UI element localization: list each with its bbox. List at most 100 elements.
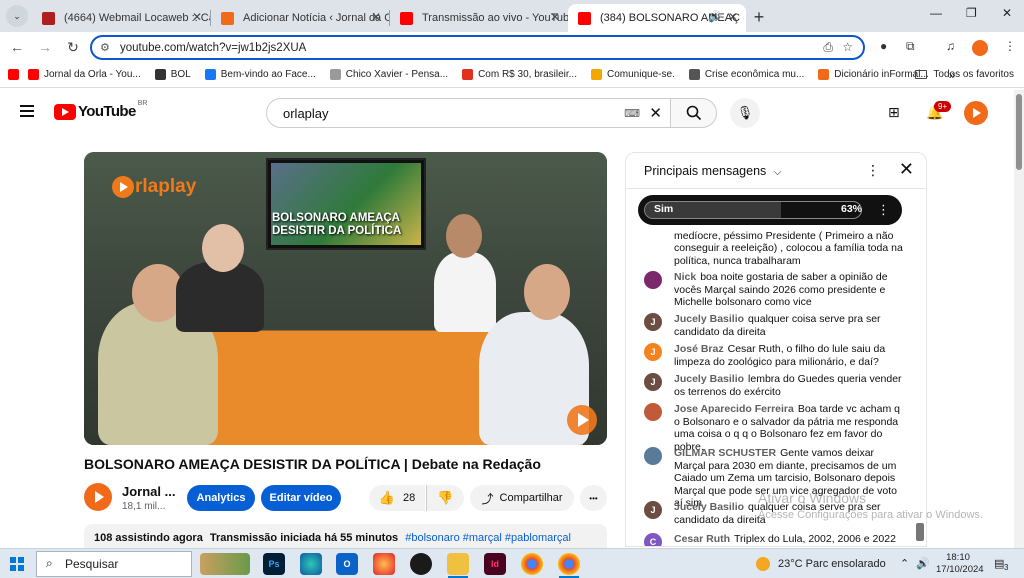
chat-author-name[interactable]: Jucely Basilio (674, 501, 744, 513)
clear-search-icon[interactable]: ✕ (649, 104, 662, 122)
chrome-profile-icon[interactable] (558, 553, 580, 575)
chat-author-avatar[interactable] (644, 271, 662, 289)
taskbar-search-input[interactable]: ⌕ Pesquisar (36, 551, 192, 577)
chat-author-name[interactable]: GILMAR SCHUSTER (674, 447, 776, 459)
channel-name[interactable]: Jornal ... (122, 484, 175, 499)
browser-tab[interactable]: Adicionar Notícia ‹ Jornal da Or ✕ (211, 4, 389, 32)
close-window-icon[interactable]: ✕ (1002, 6, 1012, 20)
restore-icon[interactable]: ❐ (966, 6, 977, 20)
windows-start-icon[interactable] (10, 557, 24, 571)
search-button[interactable] (671, 98, 717, 128)
channel-avatar[interactable] (84, 483, 112, 511)
browser-menu-icon[interactable]: ⋮ (1004, 39, 1016, 53)
youtube-logo[interactable]: YouTube BR (54, 100, 147, 120)
chat-scrollbar-thumb[interactable] (916, 523, 924, 541)
bookmark-item[interactable]: Crise econômica mu... (688, 69, 804, 80)
clock[interactable]: 18:10 17/10/2024 (936, 552, 984, 576)
create-video-icon[interactable]: ⊞ (888, 104, 900, 121)
dislike-button[interactable]: 👎 (426, 485, 464, 511)
chat-message[interactable]: Jose Aparecido Ferreira Boa tarde vc acha… (644, 403, 906, 453)
chat-author-name[interactable]: Jucely Basilio (674, 313, 744, 325)
browser-tab[interactable]: (384) BOLSONARO AMEAÇ 🔊 ✕ (568, 4, 746, 32)
bookmark-item[interactable]: Comunique-se. (591, 69, 675, 80)
chat-more-options-icon[interactable]: ⋮ (866, 162, 880, 179)
keyboard-icon[interactable]: ⌨ (624, 107, 640, 120)
edit-video-button[interactable]: Editar vídeo (261, 485, 341, 511)
outlook-icon[interactable]: O (336, 553, 358, 575)
hashtags[interactable]: #bolsonaro #marçal #pablomarçal (405, 532, 571, 544)
tab-close-icon[interactable]: ✕ (728, 10, 738, 24)
bookmark-star-icon[interactable]: ☆ (842, 40, 853, 54)
page-scrollbar-thumb[interactable] (1016, 94, 1022, 170)
chat-message[interactable]: J José Braz Cesar Ruth, o filho do lule sa… (644, 343, 906, 368)
share-button[interactable]: ⤴ Compartilhar (470, 485, 574, 511)
bookmark-youtube-icon[interactable] (8, 69, 24, 80)
volume-icon[interactable]: 🔊 (916, 557, 930, 570)
photoshop-icon[interactable]: Ps (263, 553, 285, 575)
chrome-icon[interactable] (521, 553, 543, 575)
weather-widget[interactable]: 23°C Parc ensolarado (756, 557, 886, 571)
chat-message[interactable]: C Cesar Ruth Triplex do Lula, 2002, 2006 e… (644, 533, 906, 546)
minimize-icon[interactable]: — (930, 6, 942, 20)
chat-author-avatar[interactable] (644, 403, 662, 421)
media-app-icon[interactable] (410, 553, 432, 575)
address-bar[interactable]: ⚙ youtube.com/watch?v=jw1b2js2XUA ⎙ ☆ (90, 35, 865, 60)
menu-hamburger-icon[interactable] (20, 105, 34, 117)
install-app-icon[interactable]: ⎙ (823, 40, 833, 55)
indesign-icon[interactable]: Id (484, 553, 506, 575)
like-button[interactable]: 👍 28 (369, 485, 425, 511)
tab-close-icon[interactable]: ✕ (192, 10, 202, 24)
video-player[interactable]: BOLSONARO AMEAÇA DESISTIR DA POLÍTICA rl… (84, 152, 607, 445)
chat-author-avatar[interactable]: J (644, 373, 662, 391)
bookmark-item[interactable]: Jornal da Orla - You... (28, 69, 141, 80)
bookmark-item[interactable]: Dicionário inFormal... (818, 69, 929, 80)
notification-center-icon[interactable]: ▤ (994, 557, 1004, 570)
tab-close-icon[interactable]: ✕ (550, 10, 560, 24)
chat-author-name[interactable]: Nick (674, 271, 696, 283)
poll-more-options-icon[interactable]: ⋮ (877, 202, 890, 218)
chat-author-avatar[interactable]: C (644, 533, 662, 546)
bookmark-item[interactable]: BOL (154, 69, 191, 80)
chat-author-avatar[interactable] (644, 447, 662, 465)
chat-author-name[interactable]: Jose Aparecido Ferreira (674, 403, 794, 415)
forward-icon[interactable]: → (34, 39, 56, 55)
browser-tab[interactable]: (4664) Webmail Locaweb :: Cai ✕ (32, 4, 210, 32)
profile-avatar-icon[interactable] (972, 40, 988, 56)
bookmark-item[interactable]: Bem-vindo ao Face... (204, 69, 316, 80)
voice-search-mic-icon[interactable]: 🎙 (730, 98, 760, 128)
tab-close-icon[interactable]: ✕ (371, 10, 381, 24)
chat-message[interactable]: J Jucely Basilio qualquer coisa serve pra … (644, 313, 906, 338)
search-input[interactable]: orlaplay ⌨ ✕ (266, 98, 671, 128)
reload-icon[interactable]: ↻ (62, 39, 84, 56)
poll-banner[interactable]: Sim 63% ⋮ (638, 195, 902, 225)
new-tab-button[interactable]: + (746, 4, 772, 30)
chat-mode-dropdown[interactable]: Principais mensagens ⌵ (644, 164, 781, 178)
all-favorites-folder[interactable]: Todos os favoritos (915, 69, 1014, 80)
chat-author-name[interactable]: Cesar Ruth (674, 533, 730, 545)
chat-author-name[interactable]: Jucely Basilio (674, 373, 744, 385)
chat-author-avatar[interactable]: J (644, 501, 662, 519)
chat-message[interactable]: J Jucely Basilio lembra do Guedes queria v… (644, 373, 906, 398)
tab-search-icon[interactable]: ⌄ (6, 5, 28, 27)
browser-tab[interactable]: Transmissão ao vivo - YouTube ✕ (390, 4, 568, 32)
edge-icon[interactable] (300, 553, 322, 575)
analytics-button[interactable]: Analytics (187, 485, 255, 511)
bookmark-item[interactable]: Com R$ 30, brasileir... (462, 69, 577, 80)
chat-author-avatar[interactable]: J (644, 313, 662, 331)
media-control-icon[interactable]: ♫ (946, 39, 955, 53)
page-scrollbar[interactable] (1014, 90, 1024, 548)
chat-extension-icon[interactable]: ● (880, 39, 887, 53)
chat-author-name[interactable]: José Braz (674, 343, 724, 355)
site-info-icon[interactable]: ⚙ (100, 41, 110, 54)
chat-message[interactable]: Nick boa noite gostaria de saber a opiniã… (644, 271, 906, 309)
more-actions-button[interactable]: ••• (580, 485, 607, 511)
account-avatar[interactable] (964, 101, 988, 125)
taskbar-widget-image[interactable] (200, 553, 250, 575)
extensions-puzzle-icon[interactable]: ⧉ (906, 39, 915, 54)
tab-audio-icon[interactable]: 🔊 (708, 10, 722, 23)
chat-close-icon[interactable]: ✕ (899, 159, 914, 180)
back-icon[interactable]: ← (6, 39, 28, 55)
chat-author-avatar[interactable]: J (644, 343, 662, 361)
tray-chevron-up-icon[interactable]: ⌃ (900, 557, 909, 570)
bookmark-item[interactable]: Chico Xavier - Pensa... (329, 69, 448, 80)
